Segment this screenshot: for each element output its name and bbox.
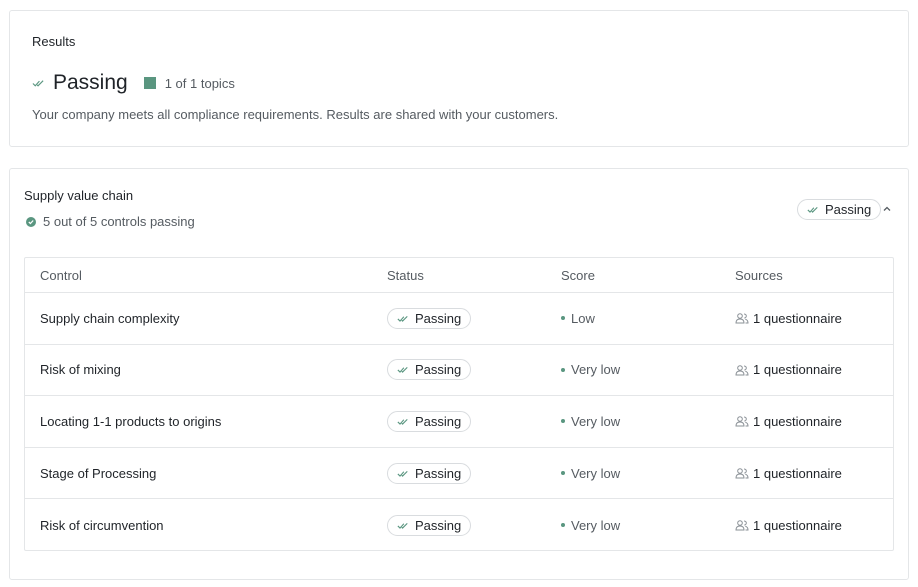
status-badge: Passing [387, 462, 472, 484]
check-circle-icon [26, 216, 36, 227]
topic-status-label: Passing [825, 202, 872, 217]
results-status: Passing [53, 71, 128, 94]
score-cell: Very low [561, 448, 620, 499]
control-name: Risk of mixing [40, 362, 121, 378]
sources-label: 1 questionnaire [753, 465, 842, 481]
status-cell: Passing [387, 396, 472, 447]
score-cell: Very low [561, 396, 620, 447]
status-cell: Passing [387, 345, 472, 396]
users-icon [735, 365, 749, 376]
topics-count: 1 of 1 topics [164, 75, 235, 91]
table-row[interactable]: Risk of circumvention Passing Very low 1… [25, 499, 893, 551]
sources-label: 1 questionnaire [753, 517, 842, 533]
control-name: Stage of Processing [40, 465, 157, 481]
sources-label: 1 questionnaire [753, 413, 842, 429]
double-check-icon [397, 367, 408, 374]
score-dot-icon [561, 523, 565, 528]
control-name: Locating 1-1 products to origins [40, 413, 222, 429]
topic-summary-text: 5 out of 5 controls passing [43, 214, 195, 229]
column-header-control: Control [40, 267, 82, 283]
control-name: Supply chain complexity [40, 310, 180, 326]
score-dot-icon [561, 367, 565, 372]
status-badge: Passing [387, 307, 472, 329]
results-title: Results [32, 34, 76, 49]
status-badge: Passing [387, 410, 472, 432]
score-label: Low [571, 310, 595, 326]
score-dot-icon [561, 471, 565, 476]
table-row[interactable]: Stage of Processing Passing Very low 1 q… [25, 448, 893, 500]
results-status-row: Passing 1 of 1 topics [32, 69, 235, 97]
topic-status-badge: Passing [797, 199, 882, 220]
table-header-row: Control Status Score Sources [25, 258, 893, 293]
table-row[interactable]: Locating 1-1 products to origins Passing… [25, 396, 893, 448]
sources-cell[interactable]: 1 questionnaire [735, 396, 842, 447]
table-row[interactable]: Supply chain complexity Passing Low 1 qu… [25, 293, 893, 345]
double-check-icon [397, 470, 408, 477]
users-icon [735, 313, 749, 324]
score-dot-icon [561, 419, 565, 424]
double-check-icon [397, 418, 408, 425]
controls-table: Control Status Score Sources Supply chai… [24, 257, 894, 551]
double-check-icon [807, 206, 818, 213]
topic-title: Supply value chain [24, 188, 134, 203]
topic-card-supply-value-chain: Supply value chain 5 out of 5 controls p… [9, 168, 909, 580]
users-icon [735, 520, 749, 531]
double-check-icon [32, 80, 44, 87]
column-header-score: Score [561, 267, 595, 283]
double-check-icon [397, 522, 408, 529]
score-cell: Very low [561, 345, 620, 396]
status-cell: Passing [387, 293, 472, 344]
sources-cell[interactable]: 1 questionnaire [735, 499, 842, 551]
users-icon [735, 416, 749, 427]
sources-label: 1 questionnaire [753, 310, 842, 326]
status-cell: Passing [387, 448, 472, 499]
status-label: Passing [415, 362, 462, 378]
score-cell: Low [561, 293, 595, 344]
score-label: Very low [571, 465, 621, 481]
sources-cell[interactable]: 1 questionnaire [735, 293, 842, 344]
table-row[interactable]: Risk of mixing Passing Very low 1 questi… [25, 345, 893, 397]
sources-label: 1 questionnaire [753, 362, 842, 378]
double-check-icon [397, 315, 408, 322]
score-label: Very low [571, 362, 621, 378]
topic-summary: 5 out of 5 controls passing [26, 214, 195, 229]
status-label: Passing [415, 413, 462, 429]
status-label: Passing [415, 465, 462, 481]
results-card: Results Passing 1 of 1 topics Your compa… [9, 10, 909, 147]
status-cell: Passing [387, 499, 472, 551]
status-badge: Passing [387, 359, 472, 381]
status-label: Passing [415, 310, 462, 326]
control-name: Risk of circumvention [40, 517, 164, 533]
users-icon [735, 468, 749, 479]
score-dot-icon [561, 316, 565, 321]
status-badge: Passing [387, 514, 472, 536]
topics-legend-square [143, 77, 156, 89]
score-label: Very low [571, 517, 621, 533]
score-cell: Very low [561, 499, 620, 551]
sources-cell[interactable]: 1 questionnaire [735, 345, 842, 396]
score-label: Very low [571, 413, 621, 429]
chevron-up-icon[interactable] [882, 205, 892, 213]
results-description: Your company meets all compliance requir… [32, 107, 559, 122]
column-header-sources: Sources [735, 267, 783, 283]
column-header-status: Status [387, 267, 424, 283]
sources-cell[interactable]: 1 questionnaire [735, 448, 842, 499]
status-label: Passing [415, 517, 462, 533]
